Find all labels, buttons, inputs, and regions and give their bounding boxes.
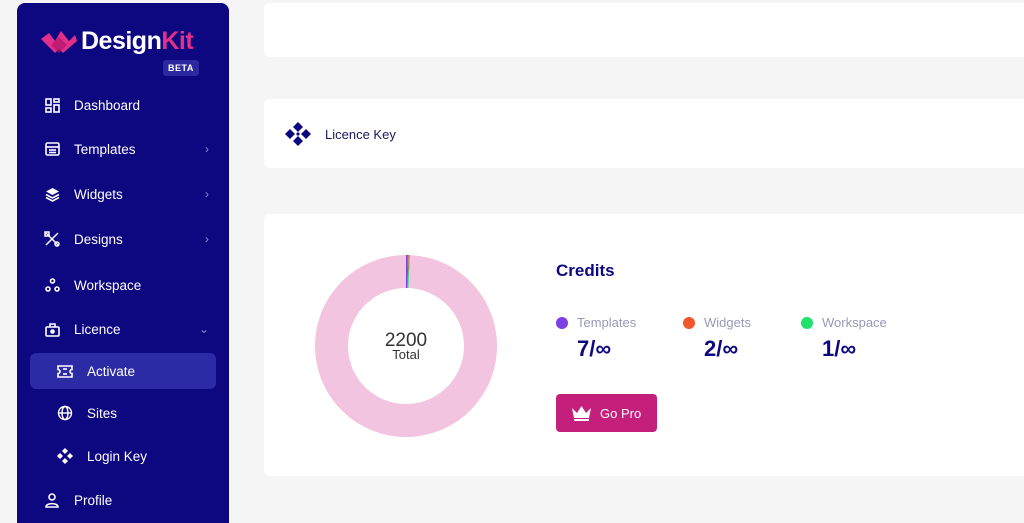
sidebar-item-label: Designs xyxy=(74,231,123,247)
crown-icon xyxy=(572,406,591,421)
sidebar-item-label: Dashboard xyxy=(74,97,141,113)
licence-key-icon xyxy=(285,122,311,146)
profile-icon xyxy=(44,492,60,508)
globe-icon xyxy=(57,405,73,421)
licence-key-label: Licence Key xyxy=(325,127,396,142)
licence-icon xyxy=(44,321,60,337)
sidebar-item-designs[interactable]: Designs › xyxy=(17,221,229,257)
sidebar-item-label: Templates xyxy=(74,141,136,157)
workspace-icon xyxy=(44,277,60,293)
sidebar-subitem-label: Sites xyxy=(87,405,118,421)
credits-title: Credits xyxy=(556,261,615,280)
stat-value: 7/∞ xyxy=(577,336,612,361)
stat-label: Workspace xyxy=(822,315,887,330)
designs-icon xyxy=(44,231,60,247)
sidebar-item-licence[interactable]: Licence ⌄ xyxy=(17,311,229,347)
sidebar-subitem-activate[interactable]: Activate xyxy=(30,353,216,389)
sidebar-item-label: Profile xyxy=(74,492,113,508)
chevron-right-icon: › xyxy=(205,142,209,156)
sidebar-item-widgets[interactable]: Widgets › xyxy=(17,176,229,212)
sidebar-subitem-login-key[interactable]: Login Key xyxy=(30,438,216,474)
ticket-icon xyxy=(57,363,73,379)
chevron-right-icon: › xyxy=(205,232,209,246)
stat-value: 2/∞ xyxy=(704,336,739,361)
sidebar-subitem-sites[interactable]: Sites xyxy=(30,395,216,431)
templates-icon xyxy=(44,141,60,157)
sidebar-item-profile[interactable]: Profile xyxy=(17,482,229,518)
sidebar-item-label: Licence xyxy=(74,321,121,337)
sidebar-item-workspace[interactable]: Workspace xyxy=(17,267,229,303)
go-pro-button[interactable]: Go Pro xyxy=(556,394,657,432)
beta-badge: BETA xyxy=(163,60,199,76)
sidebar-subitem-label: Activate xyxy=(87,363,136,379)
chevron-down-icon: ⌄ xyxy=(198,322,209,336)
key-icon xyxy=(57,448,73,464)
designkit-logo-icon xyxy=(41,30,77,53)
top-card xyxy=(264,3,1024,57)
widgets-icon xyxy=(44,186,60,202)
donut-total-label: Total xyxy=(392,347,420,362)
sidebar-item-dashboard[interactable]: Dashboard xyxy=(17,87,229,123)
sidebar: DesignKit BETA Dashboard Templates › Wid… xyxy=(17,3,229,523)
chevron-right-icon: › xyxy=(205,187,209,201)
licence-key-card[interactable]: Licence Key xyxy=(264,99,1024,168)
stat-label: Templates xyxy=(577,315,637,330)
sidebar-subitem-label: Login Key xyxy=(87,448,148,464)
credits-card: 2200 Total Credits Templates 7/∞ Widgets… xyxy=(264,214,1024,476)
sidebar-item-templates[interactable]: Templates › xyxy=(17,131,229,167)
sidebar-item-label: Workspace xyxy=(74,277,142,293)
brand-name: DesignKit xyxy=(81,27,194,55)
templates-legend-dot xyxy=(556,317,568,329)
stat-label: Widgets xyxy=(704,315,751,330)
dashboard-icon xyxy=(44,97,60,113)
go-pro-label: Go Pro xyxy=(600,406,642,421)
brand-logo[interactable]: DesignKit xyxy=(39,27,194,56)
stat-value: 1/∞ xyxy=(822,336,857,361)
sidebar-item-label: Widgets xyxy=(74,186,123,202)
workspace-legend-dot xyxy=(801,317,813,329)
widgets-legend-dot xyxy=(683,317,695,329)
